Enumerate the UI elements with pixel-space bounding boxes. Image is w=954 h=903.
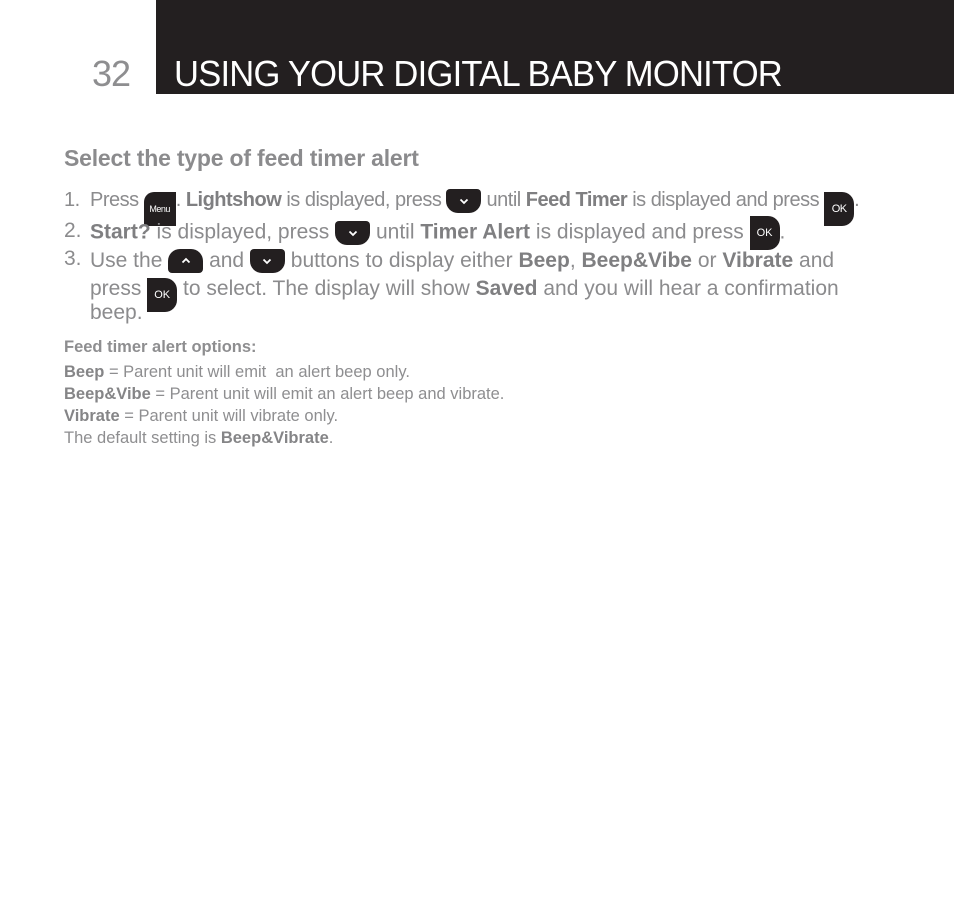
step-bold: Feed Timer (525, 189, 628, 211)
step-text: to select. The display will show (183, 277, 470, 300)
option-desc: = Parent unit will vibrate only. (119, 407, 339, 425)
step-text: is displayed and press (535, 220, 744, 244)
section-heading: Select the type of feed timer alert (64, 145, 419, 171)
default-setting: The default setting is Beep&Vibrate. (64, 427, 504, 449)
step-text: and (209, 249, 245, 272)
ok-button-icon: OK (749, 216, 780, 250)
down-arrow-button-icon (446, 188, 482, 213)
options-title: Feed timer alert options: (64, 338, 257, 356)
up-arrow-button-icon (168, 249, 204, 274)
step-text: . (854, 189, 860, 211)
step-line: press OK to select. The display will sho… (90, 276, 904, 312)
option-desc: = Parent unit will emit an alert beep on… (104, 363, 410, 381)
option-desc: = Parent unit will emit an alert beep an… (150, 385, 505, 403)
step-2: 2. Start? is displayed, press until Time… (64, 216, 904, 250)
step-text: until (486, 189, 522, 211)
step-text: . (175, 189, 182, 211)
option-term: Beep&Vibe (64, 385, 151, 403)
step-text: is displayed, press (286, 189, 442, 211)
option-term: Vibrate (64, 407, 120, 425)
steps-list: 1. Press Menu. Lightshow is displayed, p… (64, 178, 904, 324)
step-line: beep. (90, 302, 904, 324)
option-item: Beep&Vibe = Parent unit will emit an ale… (64, 383, 504, 405)
page-number: 32 (92, 53, 131, 94)
page-title: USING YOUR DIGITAL BABY MONITOR (174, 53, 783, 94)
step-text: buttons to display either (290, 249, 513, 272)
step-bold: Saved (475, 277, 538, 300)
step-text: is displayed and press (632, 189, 820, 211)
menu-button-label: Menu (149, 204, 170, 214)
option-term: Beep (64, 363, 105, 381)
down-arrow-button-icon (249, 249, 285, 274)
step-text: or (697, 249, 717, 272)
step-text: Press (90, 189, 139, 211)
step-text: Use the (90, 249, 163, 272)
ok-button-label: OK (756, 227, 773, 239)
down-arrow-button-icon (335, 221, 371, 245)
default-prefix: The default setting is (64, 429, 221, 447)
step-bold: Start? (90, 220, 151, 244)
default-suffix: . (328, 429, 334, 447)
step-text: beep. (90, 301, 143, 324)
step-text: and (799, 249, 835, 272)
option-item: Vibrate = Parent unit will vibrate only. (64, 405, 504, 427)
option-item: Beep = Parent unit will emit an alert be… (64, 361, 504, 383)
step-text: . (779, 220, 786, 244)
step-1: 1. Press Menu. Lightshow is displayed, p… (64, 178, 904, 226)
step-line: Use the and buttons to display either Be… (90, 246, 904, 276)
step-text: until (375, 220, 415, 244)
step-bold: Timer Alert (420, 220, 531, 244)
step-bold: Vibrate (722, 249, 794, 272)
alert-options: Feed timer alert options: Beep = Parent … (64, 336, 504, 449)
ok-button-label: OK (831, 203, 847, 215)
step-text: , (569, 249, 576, 272)
step-text: and you will hear a confirmation (543, 277, 839, 300)
step-3: 3. Use the and buttons to display either… (64, 246, 904, 324)
step-number: 2. (64, 219, 82, 242)
step-number: 3. (64, 247, 82, 270)
step-text: press (90, 277, 142, 300)
step-bold: Beep&Vibe (581, 249, 693, 272)
ok-button-icon: OK (147, 278, 178, 312)
step-bold: Lightshow (185, 189, 282, 211)
default-value: Beep&Vibrate (220, 429, 329, 447)
step-bold: Beep (518, 249, 570, 272)
ok-button-label: OK (154, 289, 171, 301)
step-text: is displayed, press (156, 220, 330, 244)
